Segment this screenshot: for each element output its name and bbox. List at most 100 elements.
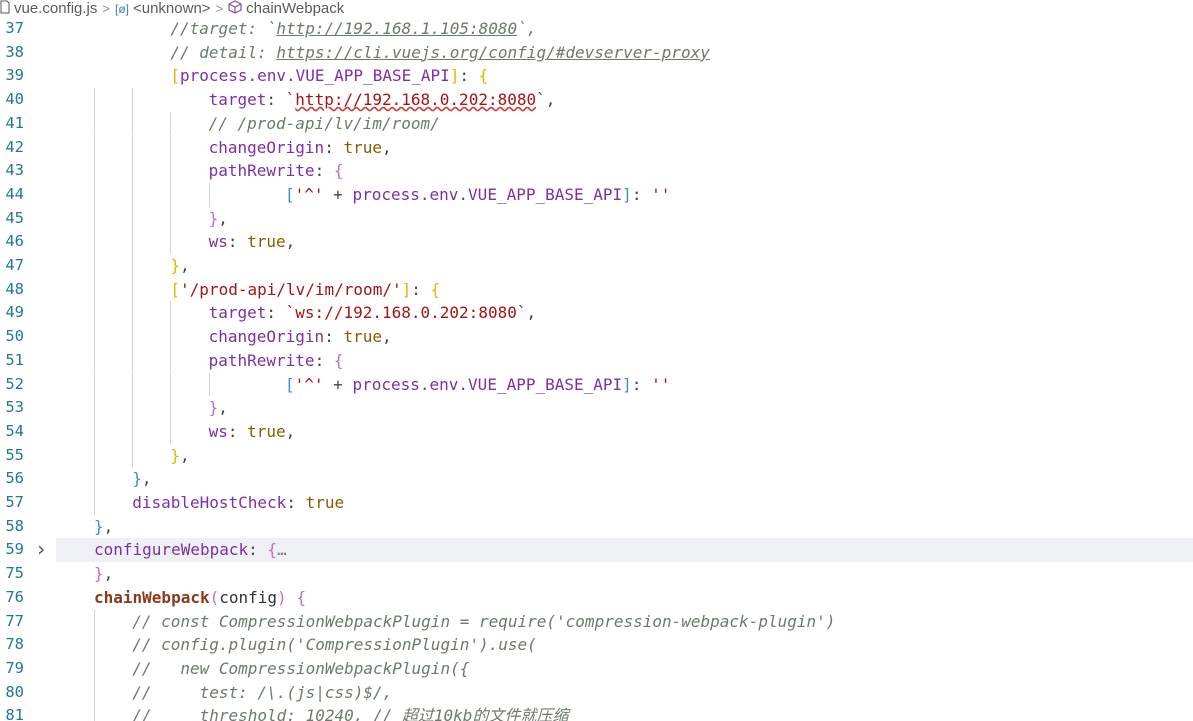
code-text: },	[132, 467, 151, 491]
token: ,	[218, 398, 228, 418]
line-number: 48	[5, 279, 24, 298]
code-line[interactable]: 75},	[0, 562, 1193, 586]
token: '^'	[294, 374, 324, 394]
token: ,	[285, 232, 296, 252]
code-text: },	[94, 515, 113, 539]
token: :	[324, 327, 344, 347]
code-text: chainWebpack(config) {	[94, 586, 306, 610]
token: // const CompressionWebpackPlugin = requ…	[132, 611, 836, 631]
token: chainWebpack	[94, 587, 210, 607]
code-line[interactable]: 46 ws: true,	[0, 230, 1193, 254]
line-content: ['^' + process.env.VUE_APP_BASE_API]: ''	[56, 372, 1193, 397]
code-line[interactable]: 58},	[0, 515, 1193, 539]
line-content: ws: true,	[56, 419, 1193, 444]
code-line[interactable]: 39 [process.env.VUE_APP_BASE_API]: {	[0, 64, 1193, 88]
token: :	[314, 350, 334, 370]
code-text: [process.env.VUE_APP_BASE_API]: {	[170, 64, 488, 88]
code-line[interactable]: 59 › configureWebpack: {…	[0, 538, 1193, 563]
indent-guide	[94, 88, 95, 112]
code-line[interactable]: 47},	[0, 254, 1193, 278]
code-line[interactable]: 50 changeOrigin: true,	[0, 325, 1193, 349]
code-line[interactable]: 56},	[0, 467, 1193, 491]
code-line[interactable]: 41 // /prod-api/lv/im/room/	[0, 111, 1193, 136]
code-text: pathRewrite: {	[209, 159, 344, 183]
line-content: ['/prod-api/lv/im/room/']: {	[56, 277, 1193, 302]
line-number: 42	[5, 137, 24, 156]
code-line[interactable]: 38 // detail: https://cli.vuejs.org/confi…	[0, 41, 1193, 65]
line-content: pathRewrite: {	[56, 348, 1193, 373]
code-line[interactable]: 77 // const CompressionWebpackPlugin = re…	[0, 609, 1193, 634]
code-line[interactable]: 48 ['/prod-api/lv/im/room/']: {	[0, 277, 1193, 302]
indent-guide	[132, 206, 134, 231]
code-line[interactable]: 44 ['^' + process.env.VUE_APP_BASE_API]: …	[0, 182, 1193, 207]
code-text: //target: `http://192.168.1.105:8080`,	[170, 17, 536, 41]
indent-guide	[94, 182, 95, 207]
indent-guide	[132, 159, 134, 183]
code-text: // config.plugin('CompressionPlugin').us…	[132, 633, 537, 657]
code-line[interactable]: 76 chainWebpack(config) {	[0, 586, 1193, 610]
code-line[interactable]: 79 // new CompressionWebpackPlugin({	[0, 656, 1193, 681]
indent-guide	[170, 111, 172, 136]
code-line[interactable]: 45},	[0, 206, 1193, 231]
code-line[interactable]: 40 target: `http://192.168.0.202:8080`,	[0, 88, 1193, 112]
code-text: },	[209, 207, 228, 231]
token: :	[266, 303, 286, 323]
line-content: // const CompressionWebpackPlugin = requ…	[56, 609, 1193, 634]
indent-guide	[132, 443, 134, 468]
indent-guide	[94, 704, 95, 721]
code-text: },	[209, 396, 228, 420]
line-content: target: `http://192.168.0.202:8080`,	[56, 88, 1193, 112]
token: changeOrigin	[208, 137, 325, 157]
indent-guide	[132, 325, 134, 349]
line-number: 55	[5, 445, 24, 464]
indent-guide	[132, 88, 134, 112]
code-line[interactable]: 37 //target: `http://192.168.1.105:8080`,	[0, 17, 1193, 41]
code-line[interactable]: 81 // threshold: 10240, // 超过10kb的文件就压缩	[0, 704, 1193, 721]
code-line[interactable]: 54 ws: true,	[0, 419, 1193, 444]
code-line[interactable]: 53},	[0, 396, 1193, 420]
code-line[interactable]: 57 disableHostCheck: true	[0, 491, 1193, 515]
token: :	[324, 137, 344, 157]
line-content: },	[56, 206, 1193, 231]
code-line[interactable]: 43 pathRewrite: {	[0, 159, 1193, 183]
line-content: },	[56, 562, 1193, 586]
line-content: },	[56, 254, 1193, 278]
breadcrumb-scope[interactable]: [ø] <unknown>	[115, 0, 211, 17]
breadcrumb-file[interactable]: vue.config.js	[0, 0, 97, 17]
line-number: 57	[5, 493, 24, 511]
code-line[interactable]: 42 changeOrigin: true,	[0, 135, 1193, 160]
token: ,	[381, 137, 392, 157]
code-line[interactable]: 52 ['^' + process.env.VUE_APP_BASE_API]: …	[0, 372, 1193, 397]
indent-guide	[94, 467, 95, 491]
token: …	[277, 540, 287, 560]
code-line[interactable]: 78 // config.plugin('CompressionPlugin').…	[0, 633, 1193, 657]
indent-guide	[132, 372, 134, 397]
line-number: 39	[5, 66, 24, 85]
code-line[interactable]: 80 // test: /\.(js|css)$/,	[0, 680, 1193, 705]
line-number: 79	[5, 658, 24, 677]
indent-guide	[94, 609, 95, 634]
line-content: // threshold: 10240, // 超过10kb的文件就压缩	[56, 704, 1193, 721]
breadcrumb-symbol[interactable]: chainWebpack	[228, 0, 344, 17]
token: target	[208, 90, 267, 110]
code-line[interactable]: 49 target: `ws://192.168.0.202:8080`,	[0, 301, 1193, 326]
code-text: pathRewrite: {	[209, 349, 344, 373]
code-text: // detail: https://cli.vuejs.org/config/…	[170, 41, 709, 65]
chevron-right-icon[interactable]: ›	[33, 538, 49, 562]
js-file-icon	[0, 0, 10, 17]
code-line[interactable]: 51 pathRewrite: {	[0, 348, 1193, 373]
code-text: },	[94, 562, 113, 586]
token: ,	[103, 516, 114, 536]
token: {	[267, 540, 278, 560]
token: configureWebpack	[94, 540, 249, 560]
token: ,	[103, 564, 114, 584]
token: '/prod-api/lv/im/room/'	[180, 279, 402, 299]
code-line[interactable]: 55},	[0, 443, 1193, 468]
line-content: configureWebpack: {…	[56, 538, 1193, 563]
token: target	[208, 303, 267, 323]
code-text: configureWebpack: {…	[94, 538, 287, 562]
indent-guide	[132, 230, 134, 254]
code-editor[interactable]: 37//target: `http://192.168.1.105:8080`,…	[0, 17, 1193, 721]
indent-guide	[132, 348, 134, 373]
